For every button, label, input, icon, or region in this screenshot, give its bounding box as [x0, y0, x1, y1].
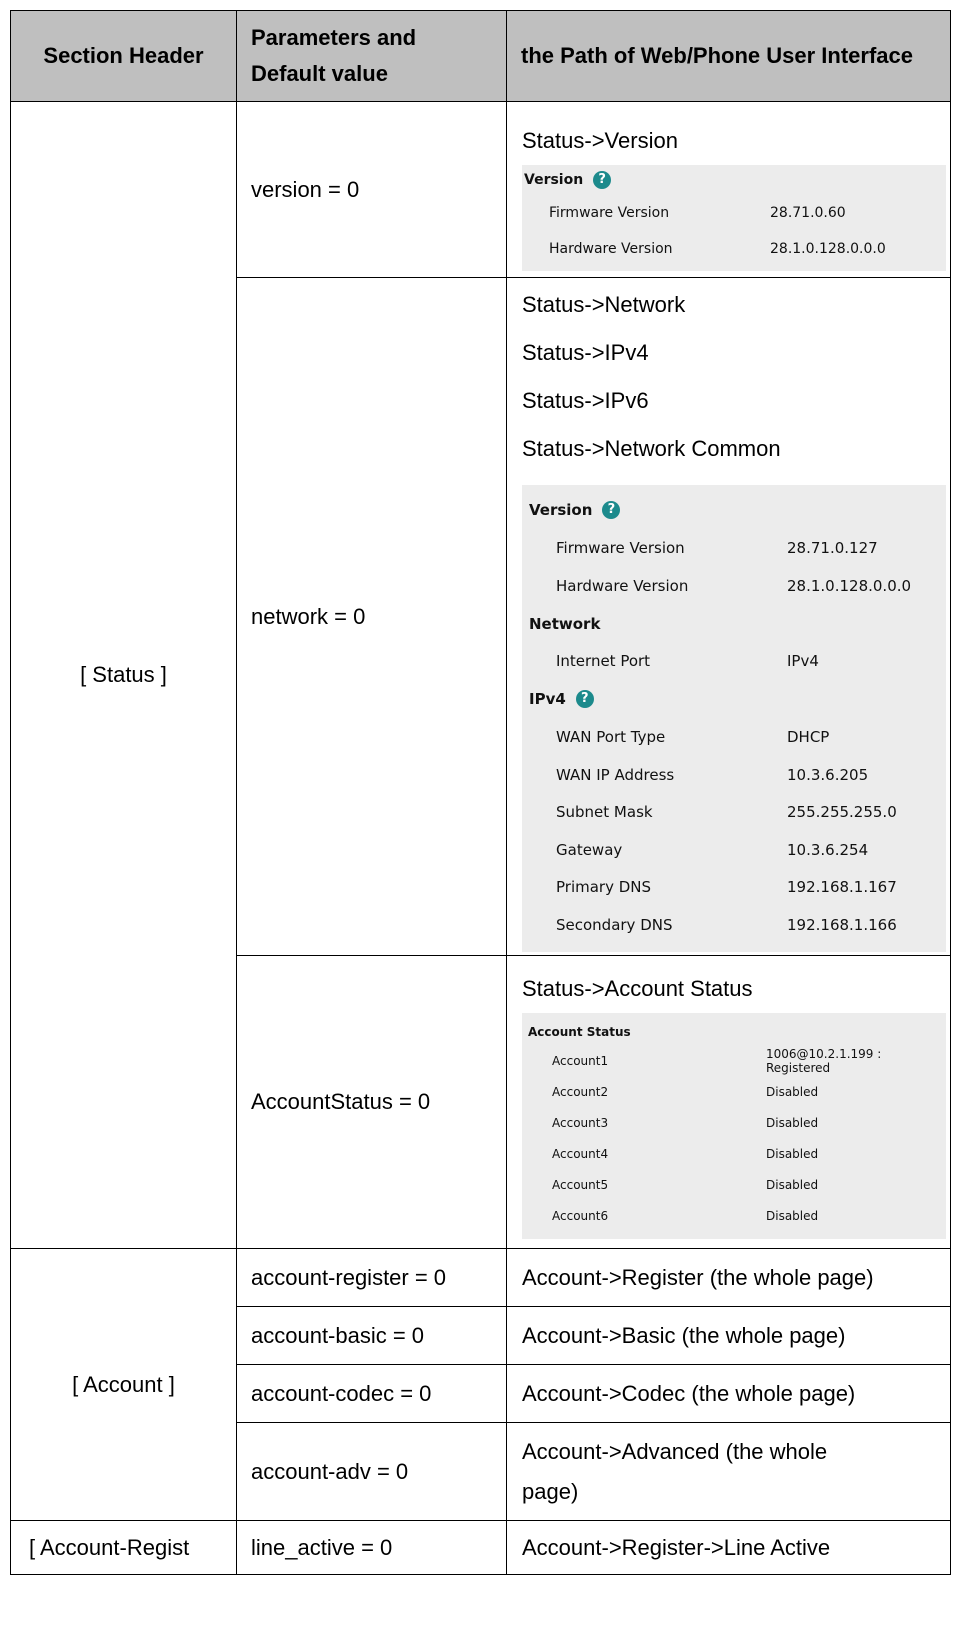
section-account-register: [ Account-Regist [10, 1520, 237, 1575]
path-account-status: Status->Account Status Account Status Ac… [506, 955, 951, 1249]
version-screenshot: Version ? Firmware Version 28.71.0.60 Har… [522, 164, 946, 271]
table-row: [ Account ] account-register = 0 Account… [10, 1248, 951, 1521]
path-text: Status->Account Status [522, 976, 753, 1001]
header-section: Section Header [10, 10, 237, 102]
section-account: [ Account ] [10, 1248, 237, 1521]
table-header-row: Section Header Parameters and Default val… [10, 10, 951, 102]
path-line-active: Account->Register->Line Active [506, 1520, 951, 1575]
panel-row: Gateway 10.3.6.254 [556, 840, 869, 859]
param-account-register: account-register = 0 [236, 1248, 507, 1307]
panel-title: IPv4 ? [522, 680, 946, 718]
parameters-table: Section Header Parameters and Default val… [10, 10, 951, 1575]
panel-row: Hardware Version 28.1.0.128.0.0.0 [556, 576, 912, 595]
panel-title: Version ? [522, 165, 946, 195]
panel-row: Firmware Version 28.71.0.127 [556, 539, 878, 558]
panel-row: WAN Port Type DHCP [556, 727, 830, 746]
path-account-register: Account->Register (the whole page) [506, 1248, 951, 1307]
path-text: Status->IPv6 [522, 388, 649, 414]
path-text: Status->IPv4 [522, 340, 649, 366]
panel-row: Firmware Version 28.71.0.60 [549, 204, 846, 221]
param-line-active: line_active = 0 [236, 1520, 507, 1575]
param-network: network = 0 [236, 277, 507, 956]
panel-row: Hardware Version 28.1.0.128.0.0.0 [549, 240, 886, 257]
path-account-codec: Account->Codec (the whole page) [506, 1364, 951, 1423]
path-account-adv: Account->Advanced (the whole page) [506, 1422, 951, 1521]
path-network: Status->Network Status->IPv4 Status->IPv… [506, 277, 951, 956]
help-icon: ? [602, 501, 621, 520]
param-account-codec: account-codec = 0 [236, 1364, 507, 1423]
header-path: the Path of Web/Phone User Interface [506, 10, 951, 102]
path-version: Status->Version Version ? Firmware Versi… [506, 101, 951, 278]
table-row: [ Status ] version = 0 Status->Version V… [10, 101, 951, 1249]
panel-row: Primary DNS 192.168.1.167 [556, 878, 897, 897]
section-status: [ Status ] [10, 101, 237, 1249]
help-icon: ? [593, 170, 612, 189]
panel-row: Account3 Disabled [552, 1115, 819, 1130]
panel-row: Secondary DNS 192.168.1.166 [556, 915, 897, 934]
param-account-basic: account-basic = 0 [236, 1306, 507, 1365]
header-parameters: Parameters and Default value [236, 10, 507, 102]
path-account-basic: Account->Basic (the whole page) [506, 1306, 951, 1365]
path-text: Status->Version [522, 127, 678, 153]
param-account-status: AccountStatus = 0 [236, 955, 507, 1249]
panel-title: Version ? [522, 491, 946, 529]
panel-row: WAN IP Address 10.3.6.205 [556, 765, 869, 784]
network-screenshot: Version ? Firmware Version 28.71.0.127 Ha… [522, 485, 946, 952]
help-icon: ? [575, 690, 594, 709]
account-status-screenshot: Account Status Account1 1006@10.2.1.199 :… [522, 1013, 946, 1239]
path-text: Status->Network Common [522, 436, 781, 462]
panel-row: Account4 Disabled [552, 1146, 819, 1161]
panel-row: Subnet Mask 255.255.255.0 [556, 803, 897, 822]
panel-title: Network [529, 614, 601, 633]
panel-row: Internet Port IPv4 [556, 652, 819, 671]
panel-row: Account1 1006@10.2.1.199 : Registered [552, 1046, 882, 1075]
path-text: Status->Network [522, 292, 686, 318]
panel-title: Account Status [528, 1025, 631, 1039]
param-version: version = 0 [236, 101, 507, 278]
panel-row: Account6 Disabled [552, 1208, 819, 1223]
panel-row: Account2 Disabled [552, 1084, 819, 1099]
table-row: [ Account-Regist line_active = 0 Account… [10, 1520, 951, 1575]
param-account-adv: account-adv = 0 [236, 1422, 507, 1521]
panel-row: Account5 Disabled [552, 1177, 819, 1192]
